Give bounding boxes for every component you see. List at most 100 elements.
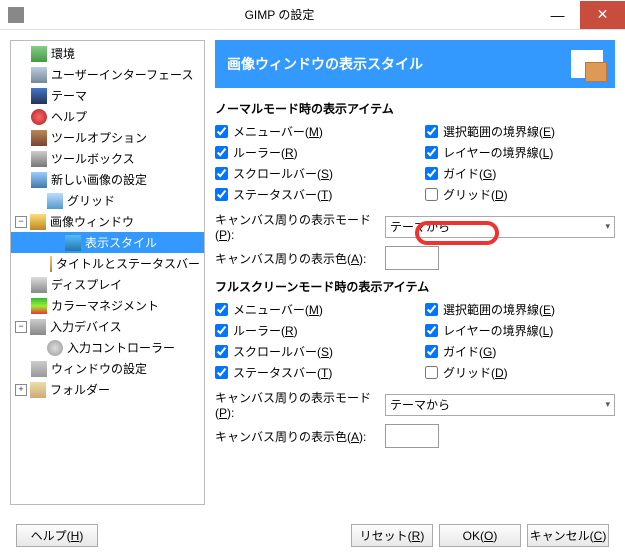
close-button[interactable]: ✕	[580, 1, 625, 29]
checkbox-normal-grid-3[interactable]: レイヤーの境界線(L)	[425, 144, 615, 161]
sidebar-item-1[interactable]: ユーザーインターフェース	[11, 64, 204, 85]
sidebar-item-8[interactable]: − 画像ウィンドウ	[11, 211, 204, 232]
checkbox-input[interactable]	[215, 303, 228, 316]
tree-item-label: ヘルプ	[51, 108, 87, 125]
tree-item-icon	[31, 67, 47, 83]
checkbox-label: ガイド(G)	[443, 343, 496, 360]
section-normal-title: ノーマルモード時の表示アイテム	[215, 100, 615, 117]
tree-item-icon	[31, 298, 47, 314]
checkbox-input[interactable]	[215, 125, 228, 138]
sidebar-item-2[interactable]: テーマ	[11, 85, 204, 106]
tree-item-icon	[31, 46, 47, 62]
checkbox-label: スクロールバー(S)	[233, 343, 333, 360]
ok-button[interactable]: OK(O)	[439, 524, 521, 547]
tree-item-label: 表示スタイル	[85, 234, 157, 251]
tree-item-label: テーマ	[51, 87, 87, 104]
sidebar-item-3[interactable]: ヘルプ	[11, 106, 204, 127]
sidebar-item-7[interactable]: グリッド	[11, 190, 204, 211]
checkbox-label: グリッド(D)	[443, 364, 508, 381]
sidebar-item-13[interactable]: −入力デバイス	[11, 316, 204, 337]
reset-button[interactable]: リセット(R)	[351, 524, 433, 547]
checkbox-input[interactable]	[425, 188, 438, 201]
checkbox-label: 選択範囲の境界線(E)	[443, 301, 555, 318]
checkbox-full-grid-5[interactable]: ガイド(G)	[425, 343, 615, 360]
tree-item-label: タイトルとステータスバー	[56, 255, 200, 272]
sidebar-item-10[interactable]: タイトルとステータスバー	[11, 253, 204, 274]
checkbox-input[interactable]	[215, 366, 228, 379]
panel-title: 画像ウィンドウの表示スタイル	[227, 54, 423, 74]
preferences-tree[interactable]: 環境ユーザーインターフェーステーマヘルプツールオプションツールボックス新しい画像…	[10, 40, 205, 505]
checkbox-full-grid-3[interactable]: レイヤーの境界線(L)	[425, 322, 615, 339]
tree-expander-icon[interactable]: +	[15, 384, 27, 396]
canvas-mode-select[interactable]: テーマから▾	[385, 216, 615, 238]
canvas-mode-label: キャンバス周りの表示モード(P):	[215, 211, 385, 242]
checkbox-input[interactable]	[425, 146, 438, 159]
checkbox-input[interactable]	[215, 345, 228, 358]
minimize-button[interactable]: —	[535, 1, 580, 29]
checkbox-normal-grid-6[interactable]: ステータスバー(T)	[215, 186, 415, 203]
checkbox-full-grid-4[interactable]: スクロールバー(S)	[215, 343, 415, 360]
checkbox-label: ガイド(G)	[443, 165, 496, 182]
checkbox-input[interactable]	[425, 303, 438, 316]
checkbox-input[interactable]	[215, 188, 228, 201]
sidebar-item-4[interactable]: ツールオプション	[11, 127, 204, 148]
checkbox-normal-grid-0[interactable]: メニューバー(M)	[215, 123, 415, 140]
sidebar-item-6[interactable]: 新しい画像の設定	[11, 169, 204, 190]
checkbox-input[interactable]	[425, 345, 438, 358]
checkbox-input[interactable]	[425, 125, 438, 138]
tree-item-label: 新しい画像の設定	[51, 171, 147, 188]
tree-item-icon	[31, 151, 47, 167]
sidebar-item-16[interactable]: + フォルダー	[11, 379, 204, 400]
tree-item-icon	[47, 193, 63, 209]
tree-item-label: ウィンドウの設定	[51, 360, 147, 377]
help-button[interactable]: ヘルプ(H)	[16, 524, 98, 547]
checkbox-full-grid-7[interactable]: グリッド(D)	[425, 364, 615, 381]
tree-expander-icon[interactable]: −	[15, 321, 27, 333]
checkbox-input[interactable]	[215, 167, 228, 180]
sidebar-item-11[interactable]: ディスプレイ	[11, 274, 204, 295]
canvas-color-label-full: キャンバス周りの表示色(A):	[215, 428, 385, 445]
panel-header: 画像ウィンドウの表示スタイル	[215, 40, 615, 88]
panel-header-icon	[571, 50, 603, 78]
tree-item-label: ディスプレイ	[51, 276, 122, 293]
checkbox-input[interactable]	[425, 324, 438, 337]
tree-item-icon	[31, 88, 47, 104]
checkbox-normal-grid-4[interactable]: スクロールバー(S)	[215, 165, 415, 182]
canvas-mode-label-full: キャンバス周りの表示モード(P):	[215, 389, 385, 420]
checkbox-input[interactable]	[215, 324, 228, 337]
checkbox-normal-grid-1[interactable]: 選択範囲の境界線(E)	[425, 123, 615, 140]
checkbox-label: レイヤーの境界線(L)	[443, 322, 553, 339]
checkbox-normal-grid-2[interactable]: ルーラー(R)	[215, 144, 415, 161]
sidebar-item-14[interactable]: 入力コントローラー	[11, 337, 204, 358]
cancel-button[interactable]: キャンセル(C)	[527, 524, 609, 547]
section-full-title: フルスクリーンモード時の表示アイテム	[215, 278, 615, 295]
tree-item-label: フォルダー	[50, 381, 110, 398]
tree-item-icon	[30, 382, 46, 398]
checkbox-input[interactable]	[425, 366, 438, 379]
checkbox-input[interactable]	[215, 146, 228, 159]
tree-item-label: ユーザーインターフェース	[51, 66, 193, 83]
sidebar-item-0[interactable]: 環境	[11, 43, 204, 64]
checkbox-label: ステータスバー(T)	[233, 186, 332, 203]
checkbox-normal-grid-5[interactable]: ガイド(G)	[425, 165, 615, 182]
checkbox-full-grid-2[interactable]: ルーラー(R)	[215, 322, 415, 339]
checkbox-normal-grid-7[interactable]: グリッド(D)	[425, 186, 615, 203]
tree-expander-icon[interactable]: −	[15, 216, 27, 228]
normal-checkbox-grid: メニューバー(M) 選択範囲の境界線(E) ルーラー(R) レイヤーの境界線(L) スク…	[215, 123, 615, 203]
tree-item-label: 画像ウィンドウ	[50, 213, 134, 230]
canvas-mode-select-full[interactable]: テーマから▾	[385, 394, 615, 416]
checkbox-input[interactable]	[425, 167, 438, 180]
tree-item-icon	[31, 109, 47, 125]
canvas-color-swatch[interactable]	[385, 246, 439, 270]
tree-item-icon	[30, 214, 46, 230]
main-panel: 画像ウィンドウの表示スタイル ノーマルモード時の表示アイテム メニューバー(M)…	[205, 40, 615, 505]
sidebar-item-15[interactable]: ウィンドウの設定	[11, 358, 204, 379]
checkbox-full-grid-6[interactable]: ステータスバー(T)	[215, 364, 415, 381]
sidebar-item-12[interactable]: カラーマネジメント	[11, 295, 204, 316]
chevron-down-icon: ▾	[605, 221, 610, 232]
sidebar-item-5[interactable]: ツールボックス	[11, 148, 204, 169]
sidebar-item-9[interactable]: 表示スタイル	[11, 232, 204, 253]
checkbox-full-grid-0[interactable]: メニューバー(M)	[215, 301, 415, 318]
checkbox-full-grid-1[interactable]: 選択範囲の境界線(E)	[425, 301, 615, 318]
canvas-color-swatch-full[interactable]	[385, 424, 439, 448]
